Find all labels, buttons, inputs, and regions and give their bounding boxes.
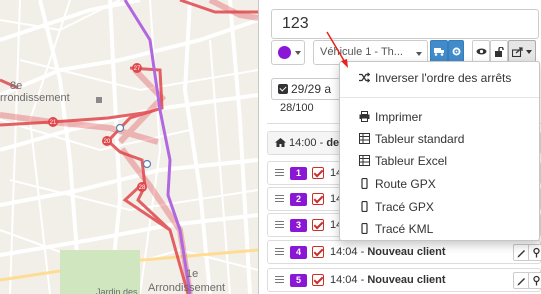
- map-label: rrondissement: [0, 92, 70, 104]
- stop-text: 14:04 - Nouveau client: [330, 246, 446, 258]
- shuffle-icon: [359, 72, 370, 83]
- mobile-icon: [361, 201, 368, 212]
- map-label: 1e: [186, 268, 199, 280]
- metro-icon: [142, 159, 152, 169]
- drag-handle-icon[interactable]: [275, 169, 284, 177]
- menu-item-trace-kml[interactable]: Tracé KML: [340, 218, 539, 240]
- stop-number-badge: 5: [290, 274, 307, 287]
- menu-item-table-standard[interactable]: Tableur standard: [340, 128, 539, 150]
- locate-button[interactable]: [528, 272, 541, 289]
- map-canvas: 27 21 20 28: [0, 0, 258, 294]
- drag-handle-icon[interactable]: [275, 221, 284, 229]
- pencil-icon: [517, 250, 525, 258]
- stop-number-badge: 1: [290, 167, 307, 180]
- menu-divider: [340, 97, 539, 98]
- lock-button[interactable]: [490, 40, 508, 63]
- menu-item-print[interactable]: Imprimer: [340, 106, 539, 128]
- checkbox-icon: [278, 84, 288, 94]
- locate-button[interactable]: [528, 244, 541, 261]
- start-label: de: [326, 137, 340, 149]
- mobile-icon: [361, 178, 368, 189]
- stop-number-badge: 3: [290, 219, 307, 232]
- tour-name-input[interactable]: [271, 9, 539, 39]
- menu-item-label: Inverser l'ordre des arrêts: [375, 71, 512, 85]
- printer-icon: [359, 111, 370, 122]
- menu-item-label: Imprimer: [375, 110, 423, 124]
- menu-item-label: Route GPX: [375, 177, 436, 191]
- menu-item-table-excel[interactable]: Tableur Excel: [340, 150, 539, 172]
- stop-number-badge: 2: [290, 193, 307, 206]
- visibility-button[interactable]: [472, 40, 490, 63]
- home-icon: [275, 138, 286, 147]
- chevron-down-icon: [416, 52, 422, 56]
- drag-handle-icon[interactable]: [275, 195, 284, 203]
- stop-label: Nouveau client: [367, 274, 446, 286]
- stop-time: 14:04 -: [330, 274, 368, 286]
- table-icon: [359, 133, 370, 144]
- share-icon: [512, 46, 523, 57]
- stop-row[interactable]: 5 14:04 - Nouveau client: [267, 268, 541, 292]
- metro-icon: [115, 123, 125, 133]
- menu-item-label: Tracé GPX: [375, 200, 434, 214]
- select-all-stops[interactable]: 29/29 a: [271, 78, 341, 100]
- map-label: 8e: [10, 80, 23, 92]
- menu-item-label: Tableur Excel: [375, 154, 448, 168]
- unlock-icon: [494, 46, 504, 57]
- weight-capacity: 28/100: [280, 102, 314, 114]
- menu-item-route-gpx[interactable]: Route GPX: [340, 173, 539, 195]
- stops-selected-count: 29/29 a: [291, 82, 332, 96]
- drag-handle-icon[interactable]: [275, 276, 284, 284]
- map-label: Jardin des: [96, 287, 138, 294]
- export-dropdown-button[interactable]: [508, 40, 536, 63]
- map-pin-icon: [533, 247, 540, 258]
- menu-item-label: Tableur standard: [375, 132, 465, 146]
- stop-time: 14:04 -: [330, 246, 368, 258]
- stop-checkbox[interactable]: [312, 193, 324, 205]
- vehicle-button[interactable]: [430, 40, 448, 63]
- start-time: 14:00 -: [289, 137, 327, 149]
- export-menu: Inverser l'ordre des arrêts Imprimer Tab…: [339, 61, 540, 241]
- color-picker[interactable]: [271, 40, 305, 65]
- map-marker-label: 20: [104, 139, 111, 145]
- map-marker-label: 28: [139, 185, 146, 191]
- map-label: Arrondissement: [148, 282, 226, 294]
- stop-checkbox[interactable]: [312, 167, 324, 179]
- stop-label: Nouveau client: [367, 246, 446, 258]
- map-pin-icon: [533, 275, 540, 286]
- stop-checkbox[interactable]: [312, 274, 324, 286]
- stop-checkbox[interactable]: [312, 219, 324, 231]
- color-swatch: [278, 46, 291, 59]
- menu-item-label: Tracé KML: [375, 222, 434, 236]
- eye-icon: [476, 48, 486, 55]
- table-icon: [359, 155, 370, 166]
- stop-checkbox[interactable]: [312, 246, 324, 258]
- menu-item-reverse-order[interactable]: Inverser l'ordre des arrêts: [340, 67, 539, 89]
- map-view[interactable]: 27 21 20 28 8e rrondissement 1e Arrondis…: [0, 0, 258, 294]
- map-marker-label: 27: [134, 66, 141, 72]
- stop-number-badge: 4: [290, 246, 307, 259]
- stop-text: 14:04 - Nouveau client: [330, 274, 446, 286]
- pencil-icon: [517, 278, 525, 286]
- drag-handle-icon[interactable]: [275, 248, 284, 256]
- stop-row[interactable]: 4 14:04 - Nouveau client: [267, 240, 541, 264]
- chevron-down-icon: [526, 49, 532, 54]
- museum-icon: [96, 97, 102, 103]
- vehicle-select-value: Véhicule 1 - Th...: [320, 46, 403, 58]
- map-marker-label: 21: [50, 120, 57, 126]
- mobile-icon: [361, 223, 368, 234]
- gear-icon: [452, 47, 460, 56]
- menu-item-trace-gpx[interactable]: Tracé GPX: [340, 196, 539, 218]
- settings-button[interactable]: [448, 40, 464, 63]
- truck-icon: [433, 47, 444, 56]
- chevron-down-icon: [295, 51, 301, 55]
